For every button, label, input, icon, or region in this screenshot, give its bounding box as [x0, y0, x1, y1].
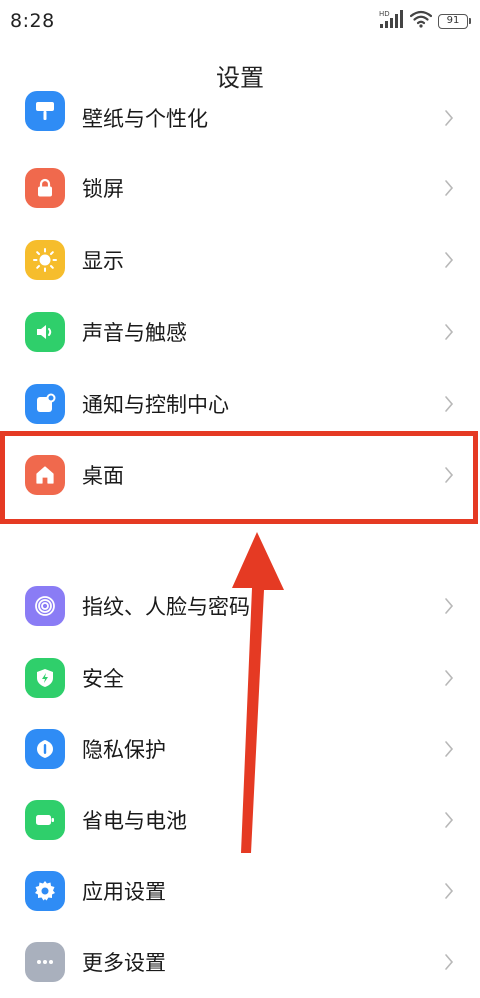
wallpaper-brush-icon	[25, 91, 65, 132]
setting-item-display[interactable]: 显示	[0, 224, 480, 296]
setting-item-apps[interactable]: 应用设置	[0, 855, 480, 927]
fingerprint-icon	[25, 586, 65, 626]
home-icon	[25, 455, 65, 495]
privacy-icon	[25, 729, 65, 769]
chevron-right-icon	[445, 396, 454, 412]
setting-item-more[interactable]: 更多设置	[0, 926, 480, 998]
sun-icon	[25, 240, 65, 280]
chevron-right-icon	[445, 467, 454, 483]
setting-label: 省电与电池	[82, 809, 187, 833]
chevron-right-icon	[445, 883, 454, 899]
signal-icon: HD	[378, 9, 404, 33]
chevron-right-icon	[445, 252, 454, 268]
setting-label: 通知与控制中心	[82, 393, 229, 417]
setting-item-wallpaper[interactable]: 壁纸与个性化	[0, 84, 480, 156]
setting-label: 隐私保护	[82, 738, 166, 762]
lock-icon	[25, 168, 65, 208]
setting-label: 指纹、人脸与密码	[82, 595, 250, 619]
battery-icon: 91	[438, 13, 471, 29]
setting-item-notifications[interactable]: 通知与控制中心	[0, 368, 480, 440]
chevron-right-icon	[445, 741, 454, 757]
wifi-icon	[409, 10, 433, 32]
setting-label: 更多设置	[82, 951, 166, 975]
setting-item-lock-screen[interactable]: 锁屏	[0, 152, 480, 224]
setting-item-sound[interactable]: 声音与触感	[0, 296, 480, 368]
setting-item-privacy[interactable]: 隐私保护	[0, 713, 480, 785]
battery-level: 91	[446, 14, 460, 26]
setting-item-desktop[interactable]: 桌面	[0, 439, 480, 511]
status-icons: HD 91	[378, 9, 471, 33]
setting-label: 安全	[82, 667, 124, 691]
status-time: 8:28	[10, 10, 55, 32]
setting-label: 锁屏	[82, 177, 124, 201]
chevron-right-icon	[445, 954, 454, 970]
setting-label: 桌面	[82, 464, 124, 488]
network-badge: HD	[379, 10, 390, 18]
chevron-right-icon	[445, 670, 454, 686]
more-icon	[25, 942, 65, 982]
battery-saver-icon	[25, 800, 65, 840]
speaker-icon	[25, 312, 65, 352]
setting-item-battery[interactable]: 省电与电池	[0, 784, 480, 856]
chevron-right-icon	[445, 324, 454, 340]
chevron-right-icon	[445, 598, 454, 614]
notification-icon	[25, 384, 65, 424]
setting-label: 壁纸与个性化	[82, 106, 208, 131]
setting-label: 应用设置	[82, 880, 166, 904]
setting-item-biometrics[interactable]: 指纹、人脸与密码	[0, 570, 480, 642]
status-bar: 8:28 HD 91	[0, 0, 480, 44]
chevron-right-icon	[445, 110, 454, 126]
chevron-right-icon	[445, 812, 454, 828]
gear-icon	[25, 871, 65, 911]
chevron-right-icon	[445, 180, 454, 196]
setting-item-security[interactable]: 安全	[0, 642, 480, 714]
setting-label: 显示	[82, 249, 124, 273]
shield-icon	[25, 658, 65, 698]
setting-label: 声音与触感	[82, 321, 187, 345]
